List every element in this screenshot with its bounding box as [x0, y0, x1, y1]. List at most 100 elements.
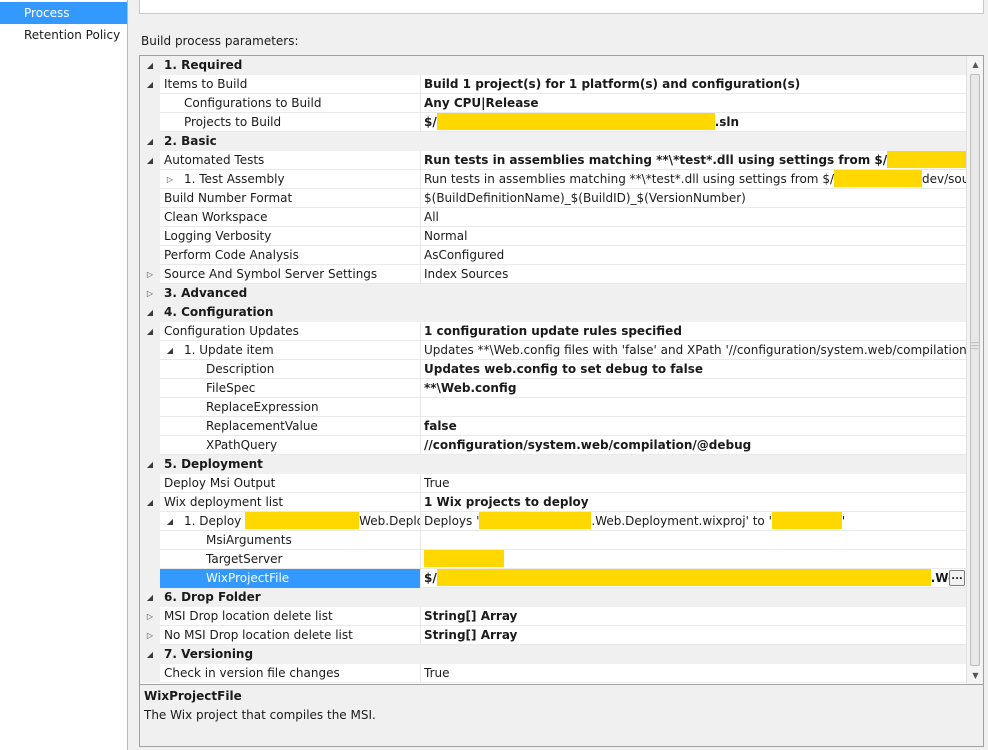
property-value[interactable]	[424, 645, 967, 664]
property-row[interactable]: Build Number Format $(BuildDefinitionName…	[140, 189, 967, 208]
expand-icon[interactable]: ▷	[144, 626, 156, 645]
collapse-icon[interactable]: ◢	[164, 512, 176, 531]
property-row[interactable]: ◢ Items to Build Build 1 project(s) for 1 …	[140, 75, 967, 94]
property-row[interactable]: ◢ Wix deployment list 1 Wix projects to de…	[140, 493, 967, 512]
column-divider	[420, 379, 421, 398]
collapse-icon[interactable]: ◢	[144, 455, 156, 474]
property-row[interactable]: Check in version file changes True	[140, 664, 967, 683]
property-value[interactable]	[424, 56, 967, 75]
property-row[interactable]: ▷ Source And Symbol Server Settings Index …	[140, 265, 967, 284]
property-row[interactable]: ◢ 1. Deploy Web.Deployr Deploys ' .Web.Depl…	[140, 512, 967, 531]
property-value[interactable]	[424, 132, 967, 151]
property-value[interactable]	[424, 398, 967, 417]
property-value-text: **\Web.config	[424, 381, 517, 395]
collapse-icon[interactable]: ◢	[144, 588, 156, 607]
row-gutter	[140, 474, 160, 493]
property-row[interactable]: ◢ Configuration Updates 1 configuration up…	[140, 322, 967, 341]
property-row[interactable]: ReplaceExpression	[140, 398, 967, 417]
property-value[interactable]	[424, 550, 967, 569]
property-value[interactable]: Any CPU|Release	[424, 94, 967, 113]
collapse-icon[interactable]: ◢	[144, 132, 156, 151]
property-value[interactable]: $(BuildDefinitionName)_$(BuildID)_$(Vers…	[424, 189, 967, 208]
property-value[interactable]: String[] Array	[424, 626, 967, 645]
category-row[interactable]: ◢ 1. Required	[140, 56, 967, 75]
collapse-icon[interactable]: ◢	[144, 151, 156, 170]
property-row[interactable]: ▷ No MSI Drop location delete list String[…	[140, 626, 967, 645]
property-value[interactable]	[424, 284, 967, 303]
property-name-text: 1. Required	[164, 58, 243, 72]
nav-item-retention-policy[interactable]: Retention Policy	[0, 24, 127, 46]
property-value-text: $(BuildDefinitionName)_$(BuildID)_$(Vers…	[424, 191, 746, 205]
property-value[interactable]: Deploys ' .Web.Deployment.wixproj' to ' '	[424, 512, 967, 531]
collapse-icon[interactable]: ◢	[144, 303, 156, 322]
scroll-down-icon[interactable]: ▼	[967, 667, 983, 684]
property-value[interactable]: True	[424, 664, 967, 683]
property-value[interactable]: String[] Array	[424, 607, 967, 626]
property-value[interactable]: Run tests in assemblies matching **\*tes…	[424, 170, 967, 189]
property-row[interactable]: ◢ Automated Tests Run tests in assemblies …	[140, 151, 967, 170]
property-value-suffix: dev/source/Local.	[922, 172, 967, 186]
scroll-up-icon[interactable]: ▲	[967, 56, 983, 73]
property-row[interactable]: Description Updates web.config to set deb…	[140, 360, 967, 379]
category-row[interactable]: ◢ 4. Configuration	[140, 303, 967, 322]
category-row[interactable]: ◢ 6. Drop Folder	[140, 588, 967, 607]
collapse-icon[interactable]: ◢	[144, 645, 156, 664]
row-gutter	[140, 569, 160, 588]
property-row[interactable]: MsiArguments	[140, 531, 967, 550]
expand-icon[interactable]: ▷	[144, 265, 156, 284]
property-value[interactable]: false	[424, 417, 967, 436]
category-row[interactable]: ◢ 7. Versioning	[140, 645, 967, 664]
property-value[interactable]: AsConfigured	[424, 246, 967, 265]
property-row[interactable]: ▷ 1. Test Assembly Run tests in assemblies…	[140, 170, 967, 189]
collapse-icon[interactable]: ◢	[144, 75, 156, 94]
collapse-icon[interactable]: ◢	[144, 493, 156, 512]
property-row[interactable]: WixProjectFile $/.We...	[140, 569, 967, 588]
property-row[interactable]: ReplacementValue false	[140, 417, 967, 436]
property-value[interactable]: Run tests in assemblies matching **\*tes…	[424, 151, 967, 170]
property-value[interactable]	[424, 303, 967, 322]
category-row[interactable]: ▷ 3. Advanced	[140, 284, 967, 303]
property-row[interactable]: ◢ 1. Update item Updates **\Web.config fil…	[140, 341, 967, 360]
property-value[interactable]: $/.We...	[424, 569, 967, 588]
vertical-scrollbar[interactable]: ▲ — — — ▼	[966, 56, 983, 684]
property-row[interactable]: Configurations to Build Any CPU|Release	[140, 94, 967, 113]
property-name: Logging Verbosity	[164, 227, 420, 246]
property-row[interactable]: Deploy Msi Output True	[140, 474, 967, 493]
property-value[interactable]: Build 1 project(s) for 1 platform(s) and…	[424, 75, 967, 94]
property-value[interactable]: //configuration/system.web/compilation/@…	[424, 436, 967, 455]
property-value-text: Run tests in assemblies matching **\*tes…	[424, 172, 834, 186]
property-value[interactable]: Updates web.config to set debug to false	[424, 360, 967, 379]
nav-item-process[interactable]: Process	[0, 2, 127, 24]
expand-icon[interactable]: ▷	[144, 284, 156, 303]
property-value[interactable]: True	[424, 474, 967, 493]
category-row[interactable]: ◢ 2. Basic	[140, 132, 967, 151]
property-name-text: MsiArguments	[206, 533, 292, 547]
collapse-icon[interactable]: ◢	[144, 322, 156, 341]
property-value[interactable]	[424, 455, 967, 474]
property-row[interactable]: FileSpec **\Web.config	[140, 379, 967, 398]
property-row[interactable]: Logging Verbosity Normal	[140, 227, 967, 246]
property-row[interactable]: Clean Workspace All	[140, 208, 967, 227]
property-value[interactable]	[424, 588, 967, 607]
property-value[interactable]: $/ .sln	[424, 113, 967, 132]
property-value[interactable]	[424, 531, 967, 550]
property-value[interactable]: 1 configuration update rules specified	[424, 322, 967, 341]
collapse-icon[interactable]: ◢	[164, 341, 176, 360]
property-row[interactable]: TargetServer	[140, 550, 967, 569]
expand-icon[interactable]: ▷	[164, 170, 176, 189]
property-row[interactable]: Projects to Build $/ .sln	[140, 113, 967, 132]
browse-ellipsis-button[interactable]: ...	[949, 570, 965, 586]
property-value[interactable]: Normal	[424, 227, 967, 246]
property-row[interactable]: Perform Code Analysis AsConfigured	[140, 246, 967, 265]
property-value[interactable]: All	[424, 208, 967, 227]
property-row[interactable]: XPathQuery //configuration/system.web/com…	[140, 436, 967, 455]
property-value[interactable]: Updates **\Web.config files with 'false'…	[424, 341, 967, 360]
expand-icon[interactable]: ▷	[144, 607, 156, 626]
property-row[interactable]: ▷ MSI Drop location delete list String[] A…	[140, 607, 967, 626]
collapse-icon[interactable]: ◢	[144, 56, 156, 75]
property-value[interactable]: 1 Wix projects to deploy	[424, 493, 967, 512]
property-value[interactable]: **\Web.config	[424, 379, 967, 398]
category-row[interactable]: ◢ 5. Deployment	[140, 455, 967, 474]
scroll-thumb[interactable]	[970, 74, 980, 666]
property-value[interactable]: Index Sources	[424, 265, 967, 284]
